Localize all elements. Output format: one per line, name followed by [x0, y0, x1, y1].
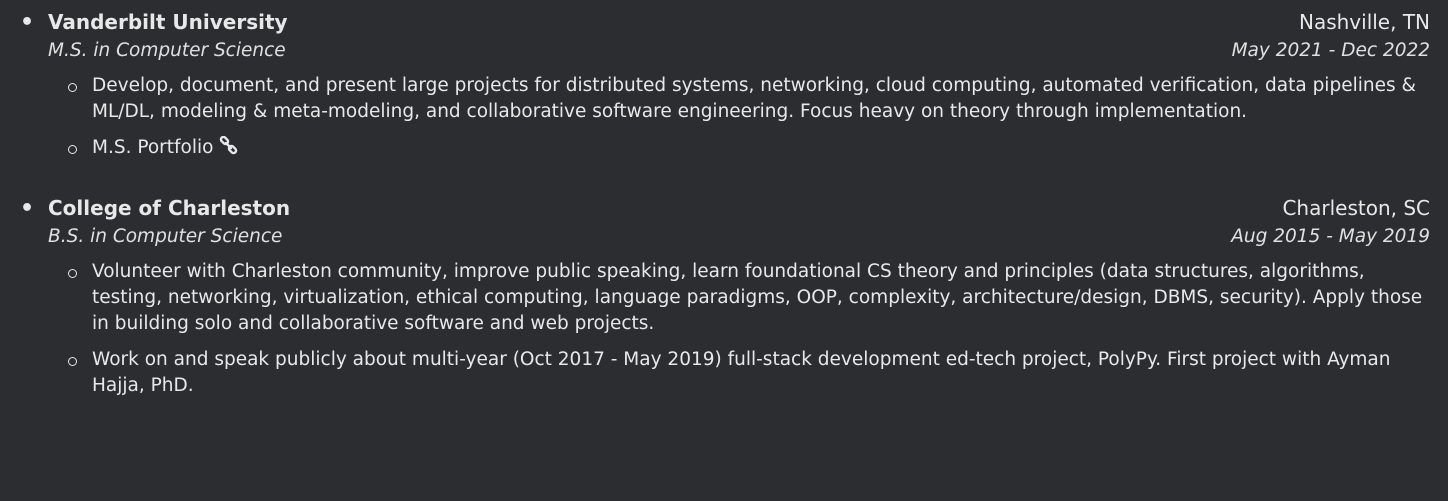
school-location: Charleston, SC [1282, 196, 1430, 220]
entry-subheader: B.S. in Computer Science Aug 2015 - May … [20, 223, 1430, 251]
link-icon[interactable] [219, 135, 239, 164]
education-entry-vanderbilt: • Vanderbilt University Nashville, TN M.… [20, 0, 1430, 164]
entry-header-left: • College of Charleston [20, 194, 290, 223]
detail-item-portfolio: M.S. Portfolio [66, 135, 1430, 164]
education-entry-charleston: • College of Charleston Charleston, SC B… [20, 174, 1430, 399]
entry-header-left: • Vanderbilt University [20, 8, 288, 37]
entry-header: • College of Charleston Charleston, SC [20, 194, 1430, 223]
detail-item: Work on and speak publicly about multi-y… [66, 347, 1430, 399]
detail-list: Volunteer with Charleston community, imp… [20, 259, 1430, 399]
bullet-icon: • [20, 10, 35, 35]
detail-list: Develop, document, and present large pro… [20, 73, 1430, 164]
portfolio-link[interactable]: M.S. Portfolio [92, 135, 239, 158]
entry-header: • Vanderbilt University Nashville, TN [20, 8, 1430, 37]
degree: B.S. in Computer Science [48, 226, 283, 247]
bullet-icon: • [20, 196, 35, 221]
date-range: May 2021 - Dec 2022 [1231, 40, 1430, 61]
school-name: Vanderbilt University [48, 10, 288, 34]
portfolio-link-label: M.S. Portfolio [92, 137, 214, 158]
education-section: • Vanderbilt University Nashville, TN M.… [0, 0, 1448, 501]
detail-item: Develop, document, and present large pro… [66, 73, 1430, 125]
degree: M.S. in Computer Science [48, 40, 286, 61]
detail-item: Volunteer with Charleston community, imp… [66, 259, 1430, 337]
date-range: Aug 2015 - May 2019 [1231, 226, 1430, 247]
school-name: College of Charleston [48, 196, 291, 220]
school-location: Nashville, TN [1298, 10, 1430, 34]
entry-subheader: M.S. in Computer Science May 2021 - Dec … [20, 37, 1430, 65]
